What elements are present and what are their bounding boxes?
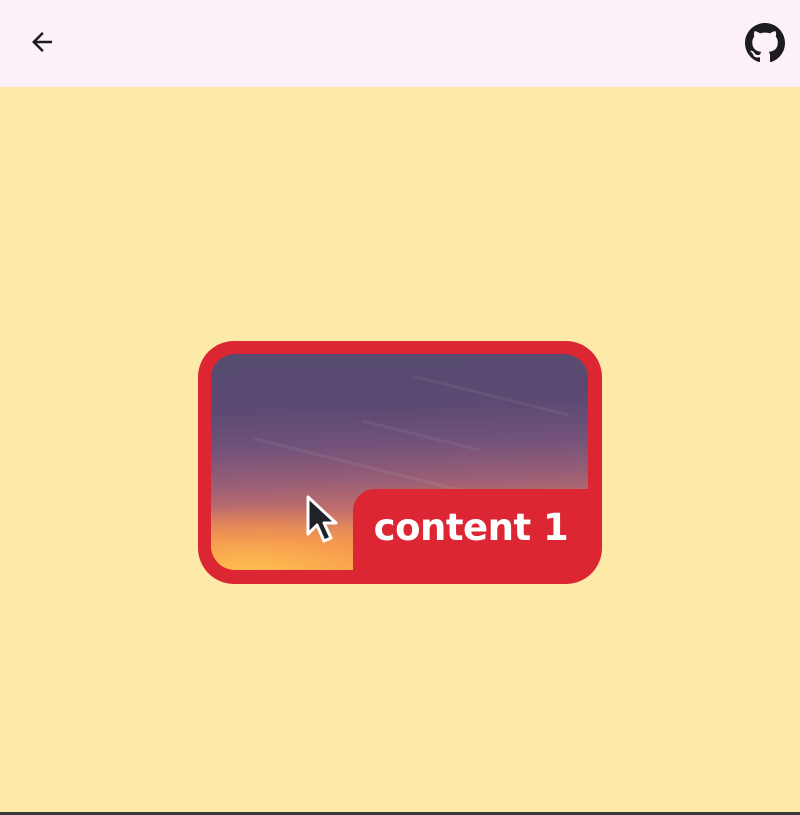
content-card[interactable]: content 1	[198, 341, 602, 584]
app-bar	[0, 0, 800, 87]
github-button[interactable]	[744, 22, 786, 64]
main-area: content 1	[0, 87, 800, 815]
back-button[interactable]	[22, 22, 62, 62]
github-icon	[745, 23, 785, 63]
card-label: content 1	[373, 505, 569, 549]
card-label-container: content 1	[353, 489, 589, 571]
arrow-left-icon	[32, 32, 52, 52]
